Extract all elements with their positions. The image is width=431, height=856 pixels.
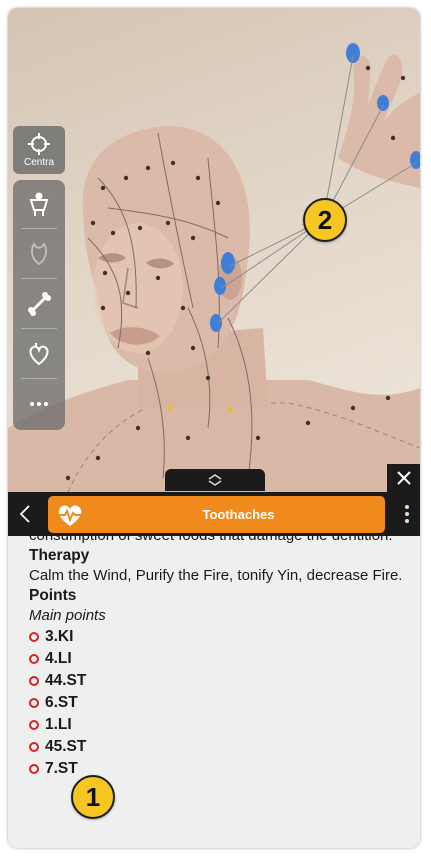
panel-resize-handle[interactable]: [165, 469, 265, 491]
organs-layer-button[interactable]: [13, 332, 65, 376]
3d-model-viewport[interactable]: [8, 8, 420, 492]
skeleton-layer-button[interactable]: [13, 282, 65, 326]
point-marker-icon: [29, 632, 39, 642]
point-item[interactable]: 6.ST: [29, 692, 409, 714]
divider: [21, 328, 57, 329]
points-heading: Points: [29, 587, 77, 604]
close-icon: [396, 471, 411, 485]
point-label: 44.ST: [45, 672, 87, 689]
point-label: 3.KI: [45, 628, 74, 645]
point-label: 45.ST: [45, 738, 87, 755]
point-marker-icon: [29, 764, 39, 774]
callout-badge-2: 2: [303, 198, 347, 242]
more-tools-button[interactable]: [13, 382, 65, 426]
vertical-ellipsis-icon: [404, 505, 409, 523]
body-model: [8, 43, 420, 492]
close-panel-button[interactable]: [387, 464, 420, 492]
point-item[interactable]: 3.KI: [29, 626, 409, 648]
detail-header: Toothaches: [8, 492, 420, 536]
callout-badge-1: 1: [71, 775, 115, 819]
expand-collapse-icon: [208, 474, 222, 486]
divider: [21, 278, 57, 279]
divider: [21, 378, 57, 379]
point-item[interactable]: 4.LI: [29, 648, 409, 670]
condition-detail-content[interactable]: consumption of sweet foods that damage t…: [8, 536, 420, 848]
point-label: 1.LI: [45, 716, 72, 733]
heart-organ-icon: [29, 343, 49, 366]
bone-icon: [28, 292, 51, 316]
muscle-icon: [30, 242, 48, 266]
point-item[interactable]: 44.ST: [29, 670, 409, 692]
body-icon: [29, 192, 49, 216]
therapy-text: Calm the Wind, Purify the Fire, tonify Y…: [29, 567, 403, 584]
muscle-layer-button[interactable]: [13, 232, 65, 276]
ellipsis-icon: [30, 402, 48, 406]
condition-title: Toothaches: [202, 507, 275, 522]
back-button[interactable]: [8, 492, 42, 536]
heart-pulse-icon: [48, 496, 92, 533]
point-marker-icon: [29, 654, 39, 664]
divider: [21, 228, 57, 229]
point-item[interactable]: 1.LI: [29, 714, 409, 736]
center-view-button[interactable]: Centra: [13, 126, 65, 174]
intro-text: consumption of sweet foods that damage t…: [29, 536, 409, 546]
point-label: 6.ST: [45, 694, 78, 711]
more-options-button[interactable]: [393, 492, 420, 536]
app-frame: Centra 2 Toothaches Therapy Calm the Win…: [8, 8, 420, 848]
center-view-label: Centra: [23, 156, 54, 168]
point-marker-icon: [29, 698, 39, 708]
layer-panel: [13, 180, 65, 430]
view-toolbar: Centra: [13, 126, 65, 430]
skin-layer-button[interactable]: [13, 182, 65, 226]
therapy-heading: Therapy: [29, 547, 90, 564]
chevron-left-icon: [19, 505, 30, 523]
crosshair-icon: [28, 132, 50, 155]
point-item[interactable]: 45.ST: [29, 736, 409, 758]
point-marker-icon: [29, 742, 39, 752]
point-label: 4.LI: [45, 650, 72, 667]
point-marker-icon: [29, 720, 39, 730]
main-points-subtitle: Main points: [29, 607, 106, 624]
condition-title-bar[interactable]: Toothaches: [48, 496, 385, 533]
point-marker-icon: [29, 676, 39, 686]
point-label: 7.ST: [45, 760, 78, 777]
points-list: 3.KI 4.LI 44.ST 6.ST 1.LI 45.ST 7.ST: [29, 626, 409, 780]
